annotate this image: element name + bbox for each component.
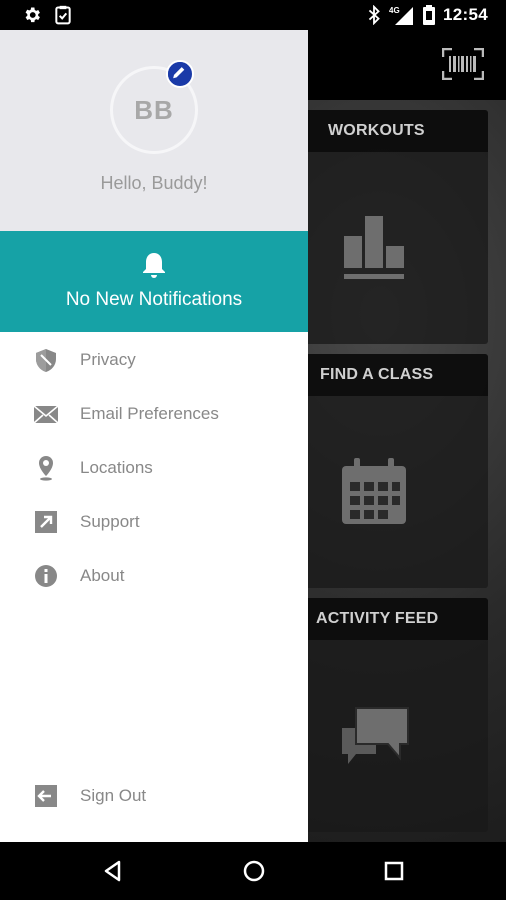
- menu-item-label: Privacy: [80, 350, 136, 369]
- sign-out-button[interactable]: Sign Out: [0, 773, 308, 819]
- notifications-banner[interactable]: No New Notifications: [0, 231, 308, 332]
- menu-item-label: Email Preferences: [80, 404, 219, 423]
- menu-item-support[interactable]: Support: [0, 499, 308, 545]
- card-workouts[interactable]: WORKOUTS: [300, 110, 488, 344]
- navigation-drawer: BB Hello, Buddy! No New Notifications Pr…: [0, 30, 308, 842]
- battery-icon: [423, 5, 436, 25]
- shield-icon: [36, 349, 56, 372]
- card-activity-feed[interactable]: ACTIVITY FEED: [300, 598, 488, 832]
- back-triangle-icon[interactable]: [98, 856, 128, 886]
- chat-bubbles-icon: [342, 707, 409, 764]
- greeting-text: Hello, Buddy!: [100, 173, 208, 193]
- barcode-scanner-icon[interactable]: [442, 48, 484, 80]
- info-icon: [35, 565, 57, 587]
- card-activity-feed-title: ACTIVITY FEED: [300, 598, 488, 640]
- envelope-icon: [33, 405, 59, 424]
- recents-square-icon[interactable]: [379, 856, 409, 886]
- exit-icon: [35, 785, 57, 807]
- notifications-text: No New Notifications: [65, 289, 243, 310]
- status-bar: 4G 12:54: [0, 0, 506, 30]
- menu-item-locations[interactable]: Locations: [0, 445, 308, 491]
- external-link-icon: [35, 511, 57, 533]
- menu-item-label: About: [80, 566, 125, 585]
- status-clock: 12:54: [443, 5, 488, 24]
- gear-icon: [25, 7, 40, 23]
- signal-4g-icon: 4G: [389, 6, 414, 25]
- bar-chart-icon: [344, 216, 404, 279]
- clipboard-check-icon: [55, 5, 71, 25]
- menu-item-privacy[interactable]: Privacy: [0, 337, 308, 383]
- card-workouts-title: WORKOUTS: [300, 110, 488, 152]
- location-pin-icon: [39, 456, 53, 481]
- network-label: 4G: [389, 6, 400, 15]
- menu-item-label: Locations: [80, 458, 153, 477]
- sign-out-label: Sign Out: [80, 786, 147, 805]
- card-find-a-class[interactable]: FIND A CLASS: [300, 354, 488, 588]
- calendar-icon: [342, 458, 406, 524]
- system-nav-bar: [0, 842, 506, 900]
- profile-header: BB Hello, Buddy!: [0, 30, 308, 231]
- bluetooth-icon: [368, 5, 380, 25]
- pencil-icon[interactable]: [166, 60, 194, 88]
- card-find-a-class-title: FIND A CLASS: [300, 354, 488, 396]
- bell-icon: [143, 253, 165, 278]
- menu-item-email-preferences[interactable]: Email Preferences: [0, 391, 308, 437]
- menu-item-about[interactable]: About: [0, 553, 308, 599]
- avatar-initials: BB: [134, 94, 174, 125]
- menu-item-label: Support: [80, 512, 140, 531]
- home-circle-icon[interactable]: [239, 856, 269, 886]
